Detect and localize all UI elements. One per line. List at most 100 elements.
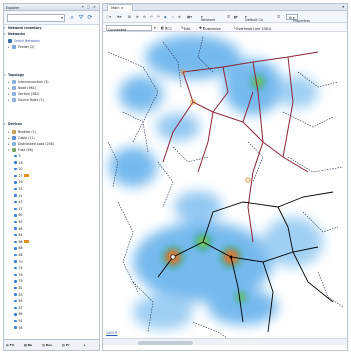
fuse-item[interactable]: 68 xyxy=(14,246,23,251)
dropdown-icon[interactable]: ▾ xyxy=(154,25,156,31)
zoom-in-icon[interactable]: ⊕ xyxy=(136,14,139,20)
select-tool-icon[interactable]: ⬚▾ xyxy=(106,14,111,20)
feeder-icon xyxy=(12,45,16,49)
scale-bar: 1000 ft xyxy=(106,331,118,335)
trace-icon[interactable]: ⤳ xyxy=(171,14,174,20)
topology-icon xyxy=(12,98,16,102)
fuse-item[interactable]: 63 xyxy=(14,220,23,225)
tree-item-topology[interactable]: ▸ Node (981) xyxy=(8,86,36,91)
fuse-item[interactable]: 85 xyxy=(14,299,23,304)
connection-status[interactable]: Connected xyxy=(106,24,152,32)
explorer-toolbar: ▾ ⌕ ⛛ ⟳ xyxy=(4,11,99,25)
fuse-item[interactable]: 66 xyxy=(14,227,23,232)
fuse-dot-icon xyxy=(14,200,17,204)
fuse-item[interactable]: 43 xyxy=(14,200,23,205)
filter-icon[interactable]: ⛛ xyxy=(77,14,85,22)
map-canvas[interactable]: 1000 ft xyxy=(103,32,347,345)
fuse-item[interactable]: 87 xyxy=(14,306,23,311)
tree-item-device[interactable]: ▸ Distributed Load (258) xyxy=(8,142,54,147)
status-toolbar: Connected ▾ ◧ FCC ▾ ✎ Edit ✚ Customize ▾… xyxy=(103,23,347,32)
fuse-item[interactable]: 89 xyxy=(14,312,23,317)
tab-main[interactable]: Main × xyxy=(107,4,133,11)
search-icon[interactable]: ⌕ xyxy=(68,14,76,22)
tree-item-topology[interactable]: ▸ Source Node (2) xyxy=(8,98,44,103)
fuse-item[interactable]: 70 xyxy=(14,260,23,265)
fuse-item[interactable]: 16 xyxy=(14,161,23,166)
align-icon[interactable]: ☰ xyxy=(227,14,230,20)
tree-item-topology[interactable]: ▸ Interconnection (3) xyxy=(8,80,49,85)
zoom-prev-icon[interactable]: ↶ xyxy=(150,14,153,20)
fuse-icon xyxy=(12,148,16,152)
fuse-item[interactable]: 29 xyxy=(14,180,23,185)
fuse-dot-icon xyxy=(14,227,17,230)
build-tab[interactable]: ▦ Bu xyxy=(24,343,32,348)
customize-button[interactable]: ✚ Customize ▾ xyxy=(199,25,221,32)
cable-icon xyxy=(12,136,16,140)
section-devices[interactable]: ▾ Devices xyxy=(4,122,22,127)
fuse-dot-icon xyxy=(14,181,17,184)
refresh-icon[interactable]: ⟳ xyxy=(86,14,94,22)
pan-icon[interactable]: ✥▾ xyxy=(117,14,122,20)
fuse-dot-icon xyxy=(14,247,17,250)
fuse-item[interactable]: 64 xyxy=(14,233,23,238)
tab-menu-icon[interactable]: ▾ xyxy=(342,5,344,9)
zoom-out-icon[interactable]: ⊖ xyxy=(143,14,146,20)
select-networks-link[interactable]: Select Networks xyxy=(8,39,40,44)
overhead-line-indicator[interactable]: ⌇ Overhead Line 236-0 xyxy=(234,25,271,32)
results-tab[interactable]: ▥ Res xyxy=(42,343,52,348)
fuse-item[interactable]: 68 xyxy=(14,240,29,245)
fuse-item[interactable]: 79 xyxy=(14,279,23,284)
layer-icon[interactable]: ▦▾ xyxy=(187,14,192,20)
tree-item-feeder[interactable]: ▸ Feeder (2) xyxy=(8,45,34,50)
properties-tab[interactable]: ▧ Pr xyxy=(62,343,69,348)
fuse-item[interactable]: 66 xyxy=(14,253,23,258)
source-marker[interactable] xyxy=(170,254,176,260)
network-selector[interactable]: ▾ xyxy=(7,14,65,22)
fuse-item[interactable]: 91 xyxy=(14,319,23,324)
filter-tab[interactable]: ▤ Fil xyxy=(6,343,14,348)
properties-button[interactable]: ⊞ Properties ▾ xyxy=(286,14,310,23)
fuse-item[interactable]: 83 xyxy=(14,293,23,298)
fuse-item[interactable]: 20 xyxy=(14,167,23,172)
explorer-title: Explorer xyxy=(6,5,20,10)
tree-item-device[interactable]: ▸ Breaker (1) xyxy=(8,130,36,135)
settings-icon[interactable]: ☰ xyxy=(277,14,280,20)
section-topology[interactable]: ▾ Topology xyxy=(4,73,24,78)
close-icon[interactable]: × xyxy=(121,6,124,10)
fuse-item[interactable]: 3 xyxy=(14,154,21,159)
legend-icon[interactable]: ▮▾ xyxy=(234,14,238,20)
edit-button[interactable]: ✎ Edit xyxy=(181,25,190,32)
zoom-next-icon[interactable]: ↷ xyxy=(157,14,160,20)
fuse-item[interactable]: 81 xyxy=(14,286,23,291)
network-dropdown[interactable]: Network ▾ xyxy=(201,14,215,22)
zoom-extent-icon[interactable]: ⊞ xyxy=(128,14,131,20)
default-config-dropdown[interactable]: Default Co ▾ xyxy=(245,14,263,22)
map-svg[interactable] xyxy=(103,32,347,345)
fuse-item[interactable]: 60 xyxy=(14,213,23,218)
tree-item-topology[interactable]: ▸ Section (382) xyxy=(8,92,39,97)
panel-window-buttons[interactable]: ▾ ◻ ✕ xyxy=(82,5,97,9)
fuse-item[interactable]: 27 xyxy=(14,174,29,179)
section-networks[interactable]: ▾ Networks xyxy=(4,32,25,37)
footer-more-icon[interactable]: ▸ xyxy=(84,343,86,348)
fuse-item[interactable]: 76 xyxy=(14,273,23,278)
fuse-marker[interactable] xyxy=(245,177,251,183)
network-tree: ▾ Network Inventory ▾ Networks Select Netw… xyxy=(4,26,99,340)
fuse-dot-icon xyxy=(14,286,17,290)
fuse-item[interactable]: 47 xyxy=(14,207,23,212)
network-icon xyxy=(8,39,12,43)
fuse-item[interactable]: 41 xyxy=(14,194,23,199)
fuse-item[interactable]: 74 xyxy=(14,266,23,271)
node-marker[interactable] xyxy=(229,255,233,259)
fuse-item[interactable]: 94 xyxy=(14,326,23,331)
tree-item-device[interactable]: ▸ Cable (11) xyxy=(8,136,35,141)
fcc-button[interactable]: ◧ FCC ▾ xyxy=(161,25,172,32)
tree-root[interactable]: ▾ Network Inventory xyxy=(4,26,42,31)
measure-icon[interactable]: ⊕ xyxy=(178,14,181,20)
fuse-dot-icon xyxy=(14,319,17,323)
identify-icon[interactable]: ◆ xyxy=(164,14,167,20)
scrollbar-thumb[interactable] xyxy=(138,340,193,345)
horizontal-scrollbar[interactable] xyxy=(103,338,347,345)
tree-item-device[interactable]: ▾ Fuse (98) xyxy=(8,148,33,153)
fuse-item[interactable]: 35 xyxy=(14,187,23,192)
